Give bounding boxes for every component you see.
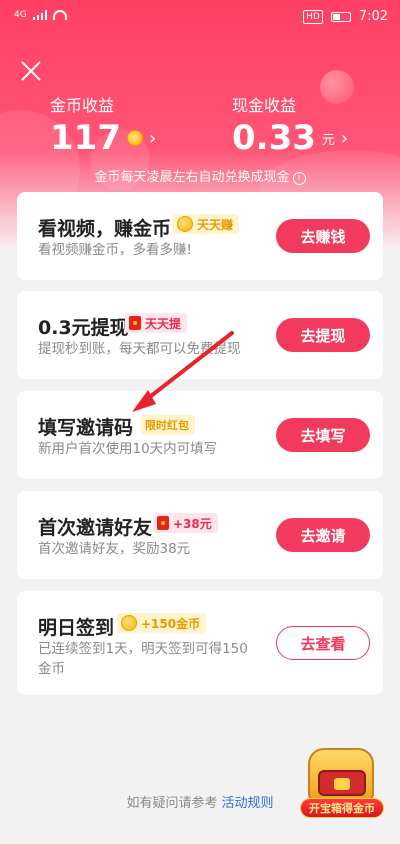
withdraw-button[interactable]: 去提现 — [276, 318, 370, 352]
coin-income-label: 金币收益 — [50, 96, 115, 115]
clock: 7:02 — [358, 9, 388, 24]
task-card-checkin: 明日签到 +150金币 已连续签到1天，明天签到可得150 金币 去查看 — [17, 591, 383, 695]
task-title: 0.3元提现 — [38, 317, 129, 339]
task-description-line: 金币 — [38, 661, 65, 677]
task-tag-label: 限时红包 — [145, 419, 189, 432]
status-bar: 4G HD 7:02 — [0, 0, 400, 36]
exchange-notice-text: 金币每天凌晨左右自动兑换成现金 — [94, 170, 290, 185]
invite-button[interactable]: 去邀请 — [276, 518, 370, 552]
fill-in-button[interactable]: 去填写 — [276, 418, 370, 452]
task-description: 提现秒到账，每天都可以免费提现 — [38, 341, 241, 357]
earn-money-button[interactable]: 去赚钱 — [276, 219, 370, 253]
task-card-watch-video: 看视频，赚金币 天天赚 看视频赚金币，多看多赚! 去赚钱 — [17, 192, 383, 280]
coin-icon — [126, 130, 143, 146]
exchange-notice: 金币每天凌晨左右自动兑换成现金 i — [0, 166, 400, 185]
coin-income[interactable]: 金币收益 117 › — [50, 92, 156, 158]
task-card-invite-code: 填写邀请码 限时红包 新用户首次使用10天内可填写 去填写 — [17, 391, 383, 479]
task-tag: 限时红包 — [141, 415, 195, 435]
task-tag-label: 天天提 — [145, 316, 182, 331]
task-title: 看视频，赚金币 — [38, 218, 172, 240]
hd-badge: HD — [303, 9, 323, 24]
treasure-chest-label: 开宝箱得金币 — [300, 798, 384, 818]
task-tag: +150金币 — [117, 613, 207, 633]
coin-income-value: 117 — [50, 118, 121, 158]
task-tag: +38元 — [153, 513, 218, 533]
wifi-icon — [52, 10, 67, 20]
task-tag: 天天赚 — [173, 214, 240, 234]
red-envelope-icon — [129, 316, 141, 330]
task-title: 填写邀请码 — [38, 417, 134, 439]
signal-icon — [32, 10, 47, 20]
battery-icon — [330, 11, 351, 22]
task-tag: 天天提 — [125, 313, 188, 333]
task-description: 新用户首次使用10天内可填写 — [38, 441, 218, 457]
task-card-invite-friend: 首次邀请好友 +38元 首次邀请好友，奖励38元 去邀请 — [17, 491, 383, 579]
cash-income[interactable]: 现金收益 0.33 元 › — [232, 92, 348, 158]
footer-text: 如有疑问请参考 — [126, 796, 218, 811]
task-description-line: 已连续签到1天，明天签到可得150 — [38, 641, 248, 657]
task-description: 已连续签到1天，明天签到可得150 金币 — [38, 639, 248, 679]
coin-icon — [121, 615, 137, 631]
red-envelope-icon — [157, 516, 169, 530]
info-icon[interactable]: i — [292, 172, 306, 185]
task-title: 明日签到 — [38, 617, 115, 639]
task-tag-label: 天天赚 — [197, 217, 234, 232]
task-tag-label: +38元 — [173, 516, 212, 531]
treasure-chest-widget[interactable]: 开宝箱得金币 — [300, 742, 384, 822]
close-icon[interactable] — [18, 58, 44, 84]
view-button[interactable]: 去查看 — [276, 626, 370, 660]
task-title: 首次邀请好友 — [38, 517, 153, 539]
task-description: 看视频赚金币，多看多赚! — [38, 242, 192, 258]
rules-link[interactable]: 活动规则 — [222, 796, 274, 811]
chevron-right-icon: › — [340, 127, 349, 149]
cash-income-label: 现金收益 — [232, 96, 297, 115]
cash-income-value: 0.33 — [232, 118, 316, 158]
cash-unit: 元 — [321, 132, 335, 148]
task-card-withdraw: 0.3元提现 天天提 提现秒到账，每天都可以免费提现 去提现 — [17, 291, 383, 379]
coin-icon — [177, 216, 193, 232]
chest-lock — [334, 778, 350, 790]
network-label: 4G — [14, 10, 27, 20]
task-description: 首次邀请好友，奖励38元 — [38, 541, 191, 557]
treasure-chest-icon — [308, 748, 374, 802]
chevron-right-icon: › — [148, 127, 157, 149]
task-tag-label: +150金币 — [141, 616, 201, 631]
